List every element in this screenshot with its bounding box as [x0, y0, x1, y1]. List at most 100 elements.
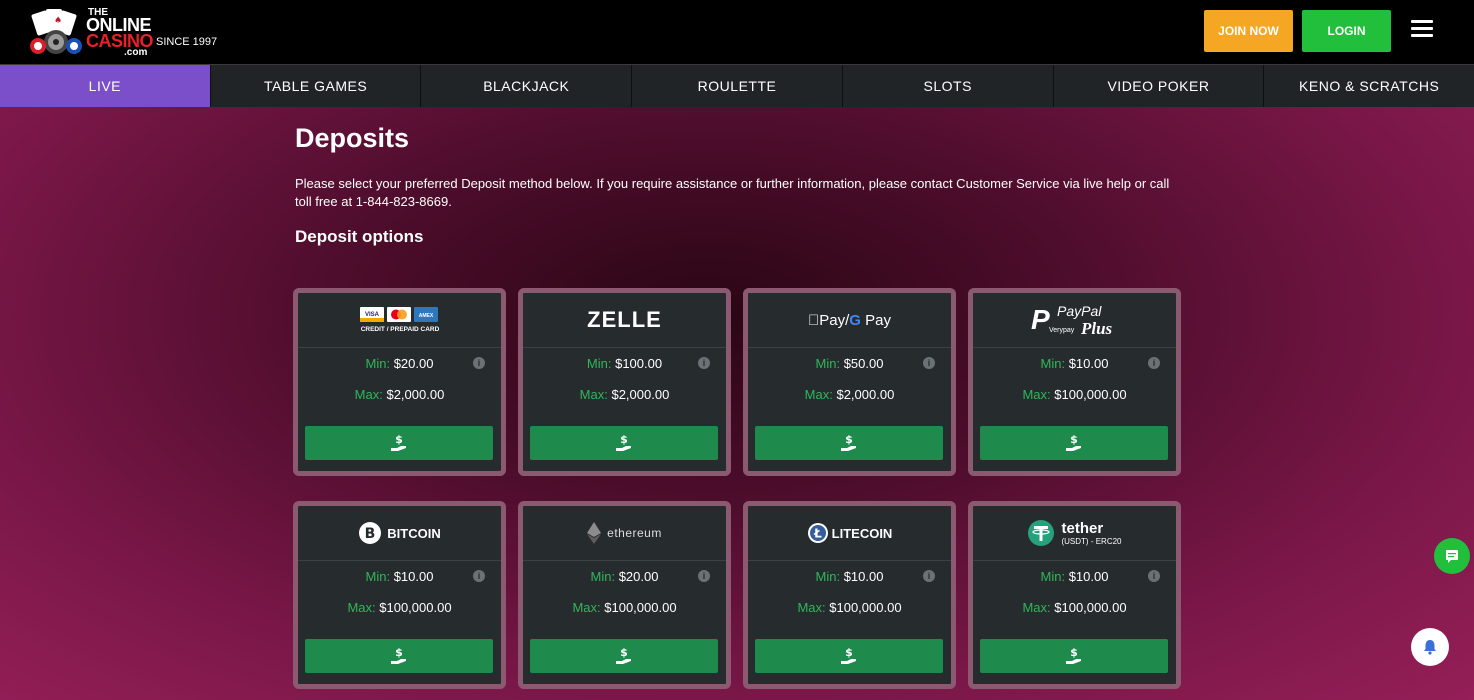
deposit-button[interactable]: $	[530, 639, 718, 673]
deposit-card-apple-google-pay[interactable]: Pay/G Pay Min: $50.00 i Max: $2,000.00 …	[743, 288, 956, 476]
min-value: $10.00	[393, 569, 434, 584]
hamburger-icon[interactable]	[1411, 20, 1433, 38]
top-bar: ♠ THE ONLINE CASINO SINCE 1997 .com JOIN…	[0, 0, 1474, 64]
hand-dollar-icon: $	[1066, 433, 1081, 451]
verypay-text: Verypay	[1049, 327, 1075, 334]
notification-button[interactable]	[1411, 628, 1449, 666]
min-limit-row: Min: $20.00 i	[298, 348, 501, 379]
plus-text: Plus	[1080, 319, 1113, 338]
card-logo: P PayPal Verypay Plus	[973, 293, 1176, 348]
min-limit-row: Min: $10.00 i	[973, 348, 1176, 379]
deposit-button[interactable]: $	[305, 639, 493, 673]
paypal-plus-logo: P PayPal Verypay Plus	[1031, 303, 1113, 338]
deposit-card-zelle[interactable]: ZELLE Min: $100.00 i Max: $2,000.00 $	[518, 288, 731, 476]
hand-dollar-icon: $	[616, 646, 631, 664]
max-label: Max:	[579, 387, 608, 402]
max-limit-row: Max: $2,000.00	[748, 379, 951, 410]
deposit-card-credit-card[interactable]: VISA AMEX CREDIT / PREPAID CARD Min: $20…	[293, 288, 506, 476]
svg-text:$: $	[620, 646, 628, 659]
hand-dollar-icon: $	[841, 433, 856, 451]
info-icon[interactable]: i	[698, 357, 710, 369]
max-label: Max:	[1022, 387, 1051, 402]
min-value: $10.00	[843, 569, 884, 584]
svg-text:$: $	[1070, 433, 1078, 446]
hand-dollar-icon: $	[841, 646, 856, 664]
info-icon[interactable]: i	[698, 570, 710, 582]
info-icon[interactable]: i	[1148, 570, 1160, 582]
card-logo: ethereum	[523, 506, 726, 561]
card-logo: VISA AMEX CREDIT / PREPAID CARD	[298, 293, 501, 348]
svg-text:$: $	[395, 433, 403, 446]
apple-icon: 	[808, 312, 819, 329]
bitcoin-icon: B	[359, 522, 382, 544]
deposit-card-bitcoin[interactable]: B BITCOIN Min: $10.00 i Max: $100,000.00…	[293, 501, 506, 689]
google-pay-text: Pay	[859, 311, 891, 329]
max-value: $100,000.00	[829, 600, 902, 615]
max-limit-row: Max: $100,000.00	[973, 379, 1176, 410]
max-value: $100,000.00	[1054, 600, 1127, 615]
nav-item-video-poker[interactable]: VIDEO POKER	[1053, 65, 1265, 107]
max-limit-row: Max: $2,000.00	[298, 379, 501, 410]
max-label: Max:	[804, 387, 833, 402]
max-label: Max:	[354, 387, 383, 402]
nav-item-table-games[interactable]: TABLE GAMES	[210, 65, 422, 107]
logo-since: SINCE 1997	[156, 36, 218, 48]
svg-text:$: $	[1070, 646, 1078, 659]
min-limit-row: Min: $10.00 i	[748, 561, 951, 592]
login-button[interactable]: LOGIN	[1302, 10, 1391, 52]
nav-item-keno-scratchs[interactable]: KENO & SCRATCHS	[1264, 65, 1474, 107]
deposit-button[interactable]: $	[755, 426, 943, 460]
bell-icon	[1424, 640, 1436, 655]
deposit-card-tether[interactable]: tether (USDT) - ERC20 Min: $10.00 i Max:…	[968, 501, 1181, 689]
page-title: Deposits	[295, 123, 410, 153]
info-icon[interactable]: i	[473, 357, 485, 369]
max-limit-row: Max: $100,000.00	[523, 592, 726, 623]
svg-text:♠: ♠	[54, 16, 62, 26]
nav-item-slots[interactable]: SLOTS	[842, 65, 1054, 107]
deposit-button[interactable]: $	[755, 639, 943, 673]
info-icon[interactable]: i	[923, 357, 935, 369]
info-icon[interactable]: i	[1148, 357, 1160, 369]
logo-com: .com	[124, 47, 148, 58]
amex-logo-text: AMEX	[418, 313, 433, 319]
chat-icon	[1446, 550, 1458, 563]
tether-label: tether	[1061, 519, 1104, 537]
deposit-button[interactable]: $	[980, 426, 1168, 460]
min-limit-row: Min: $20.00 i	[523, 561, 726, 592]
min-limit-row: Min: $10.00 i	[298, 561, 501, 592]
visa-logo-text: VISA	[364, 312, 379, 318]
deposit-button[interactable]: $	[980, 639, 1168, 673]
ethereum-label: ethereum	[607, 526, 662, 540]
min-value: $50.00	[843, 356, 884, 371]
deposit-button[interactable]: $	[305, 426, 493, 460]
max-limit-row: Max: $100,000.00	[973, 592, 1176, 623]
max-label: Max:	[572, 600, 601, 615]
card-logo: tether (USDT) - ERC20	[973, 506, 1176, 561]
deposit-card-ethereum[interactable]: ethereum Min: $20.00 i Max: $100,000.00 …	[518, 501, 731, 689]
info-icon[interactable]: i	[473, 570, 485, 582]
join-now-button[interactable]: JOIN NOW	[1204, 10, 1293, 52]
min-value: $10.00	[1068, 356, 1109, 371]
min-label: Min:	[1040, 356, 1066, 371]
max-limit-row: Max: $100,000.00	[748, 592, 951, 623]
deposit-button[interactable]: $	[530, 426, 718, 460]
method-name: CREDIT / PREPAID CARD	[360, 326, 439, 333]
nav-item-live[interactable]: LIVE	[0, 65, 211, 107]
deposit-card-paypal-plus[interactable]: P PayPal Verypay Plus Min: $10.00 i Max:…	[968, 288, 1181, 476]
ethereum-icon	[587, 522, 602, 544]
deposit-card-litecoin[interactable]: Ł LITECOIN Min: $10.00 i Max: $100,000.0…	[743, 501, 956, 689]
max-value: $100,000.00	[379, 600, 452, 615]
chat-button[interactable]	[1434, 538, 1470, 574]
svg-text:B: B	[365, 526, 376, 542]
logo-cards-chips-icon: ♠	[30, 9, 82, 54]
zelle-logo: ZELLE	[587, 307, 662, 332]
info-icon[interactable]: i	[923, 570, 935, 582]
min-label: Min:	[1040, 569, 1066, 584]
nav-item-roulette[interactable]: ROULETTE	[632, 65, 843, 107]
min-label: Min:	[365, 569, 391, 584]
nav-item-blackjack[interactable]: BLACKJACK	[421, 65, 633, 107]
card-logo: Ł LITECOIN	[748, 506, 951, 561]
max-limit-row: Max: $2,000.00	[523, 379, 726, 410]
site-logo[interactable]: ♠ THE ONLINE CASINO SINCE 1997 .com	[28, 6, 228, 58]
bitcoin-label: BITCOIN	[387, 525, 441, 541]
